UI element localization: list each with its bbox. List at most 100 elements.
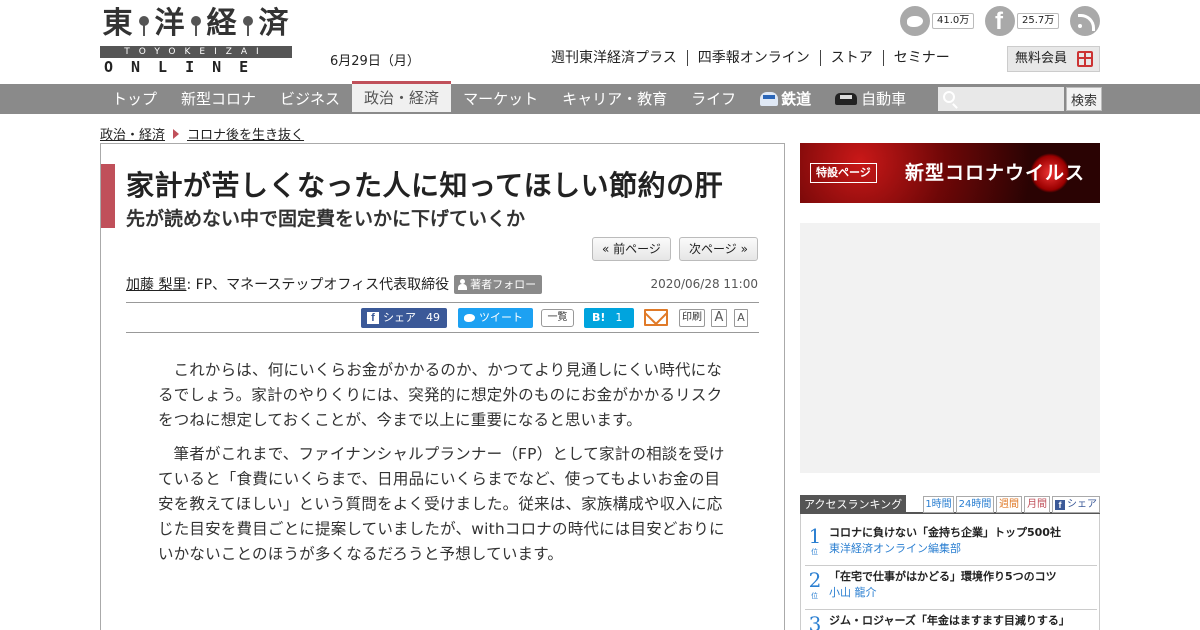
banner-tag: 特設ページ [810,163,877,183]
rank-author: 小山 龍介 [829,586,877,599]
divider [126,302,759,303]
logo-figure-icon [240,14,256,36]
nav-item-coronavirus[interactable]: 新型コロナ [169,84,268,114]
next-page-button[interactable]: 次ページ » [679,237,758,261]
logo-char: 洋 [154,6,186,41]
author-line: 加藤 梨里 : FP、マネーステップオフィス代表取締役 著者フォロー [126,274,543,294]
nav-item-automobile[interactable]: 自動車 [823,84,918,114]
link-store[interactable]: ストア [819,50,883,66]
site-header: 東 洋 経 済 TOYOKEIZAI ONLINE 6月29日（月） 週刊東洋経… [0,0,1200,84]
published-date: 2020/06/28 11:00 [650,277,758,291]
article: 家計が苦しくなった人に知ってほしい節約の肝 先が読めない中で固定費をいかに下げて… [100,143,785,630]
article-paragraph: これからは、何にいくらお金がかかるのか、かつてより見通しにくい時代になるでしょう… [158,361,723,429]
rss-icon [1070,6,1100,36]
ad-placeholder [800,223,1100,473]
font-size-large-button[interactable]: A [711,309,727,327]
twitter-follower-count: 41.0万 [932,13,975,29]
mail-icon[interactable] [644,309,668,326]
prev-page-button[interactable]: « 前ページ [592,237,671,261]
rank-number: 2 [808,568,822,592]
tweet-button[interactable]: ツイート [458,308,533,328]
article-subtitle: 先が読めない中で固定費をいかに下げていくか [126,208,526,230]
header-links: 週刊東洋経済プラス 四季報オンライン ストア セミナー [545,50,960,66]
ranking-title: アクセスランキング [800,495,907,514]
title-accent-bar [101,164,115,228]
print-button[interactable]: 印刷 [679,309,705,327]
nav-item-automobile-label: 自動車 [861,90,907,108]
rank-unit: 位 [811,592,818,600]
breadcrumb-politics-economy[interactable]: 政治・経済 [100,124,165,143]
article-body: これからは、何にいくらお金がかかるのか、かつてより見通しにくい時代になるでしょう… [158,358,733,576]
hatena-icon: B! [592,311,606,324]
author-follow-button[interactable]: 著者フォロー [454,274,543,294]
breadcrumb: 政治・経済 コロナ後を生き抜く [100,124,304,143]
free-member-button[interactable]: 無料会員 [1007,46,1100,72]
tweet-label: ツイート [479,311,523,324]
author-follow-label: 著者フォロー [470,277,537,291]
facebook-icon: f [367,312,379,324]
facebook-follow[interactable]: 25.7万 [985,6,1060,36]
nav-item-life[interactable]: ライフ [679,84,748,114]
divider [126,332,759,333]
rank-number: 1 [808,524,822,548]
logo-char: 経 [206,6,238,41]
hatena-bookmark-button[interactable]: B! 1 [584,308,634,328]
link-weekly-plus[interactable]: 週刊東洋経済プラス [545,50,687,66]
nav-item-railway[interactable]: 鉄道 [748,84,823,114]
nav-item-top[interactable]: トップ [100,84,169,114]
logo-char: 済 [258,6,290,41]
free-member-label: 無料会員 [1015,51,1068,66]
person-add-icon [458,278,468,290]
logo-wordmark: 東 洋 経 済 [100,8,292,40]
twitter-icon [464,314,475,322]
search-icon [943,91,955,103]
facebook-icon [985,6,1015,36]
link-shikiho-online[interactable]: 四季報オンライン [686,50,820,66]
tweet-list-button[interactable]: 一覧 [541,309,574,327]
rank-title: コロナに負けない「金持ち企業」トップ500社 [829,526,1061,539]
ranking-tab-1h[interactable]: 1時間 [923,496,954,513]
chevron-right-icon [173,128,180,139]
article-paragraph: 筆者がこれまで、ファイナンシャルプランナー（FP）として家計の相談を受けていると… [158,445,725,563]
author-name-link[interactable]: 加藤 梨里 [126,274,186,294]
rss-feed[interactable] [1070,6,1100,36]
nav-item-career-education[interactable]: キャリア・教育 [550,84,679,114]
facebook-share-label: シェア [383,311,416,324]
site-logo[interactable]: 東 洋 経 済 TOYOKEIZAI ONLINE [100,8,292,76]
ranking-tab-monthly[interactable]: 月間 [1024,496,1050,513]
ranking-item[interactable]: 3 位 ジム・ロジャーズ「年金はますます目減りする」 [805,610,1097,630]
facebook-share-count: 49 [426,311,440,324]
main-nav: トップ 新型コロナ ビジネス 政治・経済 マーケット キャリア・教育 ライフ 鉄… [0,81,1200,114]
ranking-tab-share-label: シェア [1067,499,1097,510]
rank-number: 3 [808,612,822,630]
search-button[interactable]: 検索 [1066,87,1102,111]
ranking-header: アクセスランキング 1時間 24時間 週間 月間 f シェア [800,495,1100,514]
article-title: 家計が苦しくなった人に知ってほしい節約の肝 [126,169,724,202]
twitter-icon [900,6,930,36]
ranking-tab-share[interactable]: f シェア [1052,496,1100,513]
nav-item-business[interactable]: ビジネス [268,84,352,114]
nav-item-railway-label: 鉄道 [781,90,812,108]
car-icon [835,93,858,105]
gift-icon [1077,51,1093,67]
train-icon [760,92,779,106]
search-form: 検索 [938,87,1102,111]
ranking-item[interactable]: 2 位 「在宅で仕事がはかどる」環境作り5つのコツ 小山 龍介 [805,566,1097,610]
logo-online: ONLINE [104,58,267,76]
logo-figure-icon [136,14,152,36]
font-size-small-button[interactable]: A [734,309,748,327]
breadcrumb-series[interactable]: コロナ後を生き抜く [187,124,304,143]
ranking-tab-weekly[interactable]: 週間 [996,496,1022,513]
twitter-follow[interactable]: 41.0万 [900,6,975,36]
facebook-follower-count: 25.7万 [1017,13,1060,29]
link-seminar[interactable]: セミナー [882,50,960,66]
banner-title: 新型コロナウイルス [905,162,1086,184]
ranking-item[interactable]: 1 位 コロナに負けない「金持ち企業」トップ500社 東洋経済オンライン編集部 [805,522,1097,566]
coronavirus-feature-banner[interactable]: 特設ページ 新型コロナウイルス [800,143,1100,203]
nav-item-market[interactable]: マーケット [451,84,550,114]
rank-title: 「在宅で仕事がはかどる」環境作り5つのコツ [829,570,1057,583]
nav-item-politics-economy[interactable]: 政治・経済 [352,81,452,112]
ranking-tab-24h[interactable]: 24時間 [956,496,994,513]
facebook-share-button[interactable]: f シェア 49 [361,308,447,328]
logo-char: 東 [102,6,134,41]
